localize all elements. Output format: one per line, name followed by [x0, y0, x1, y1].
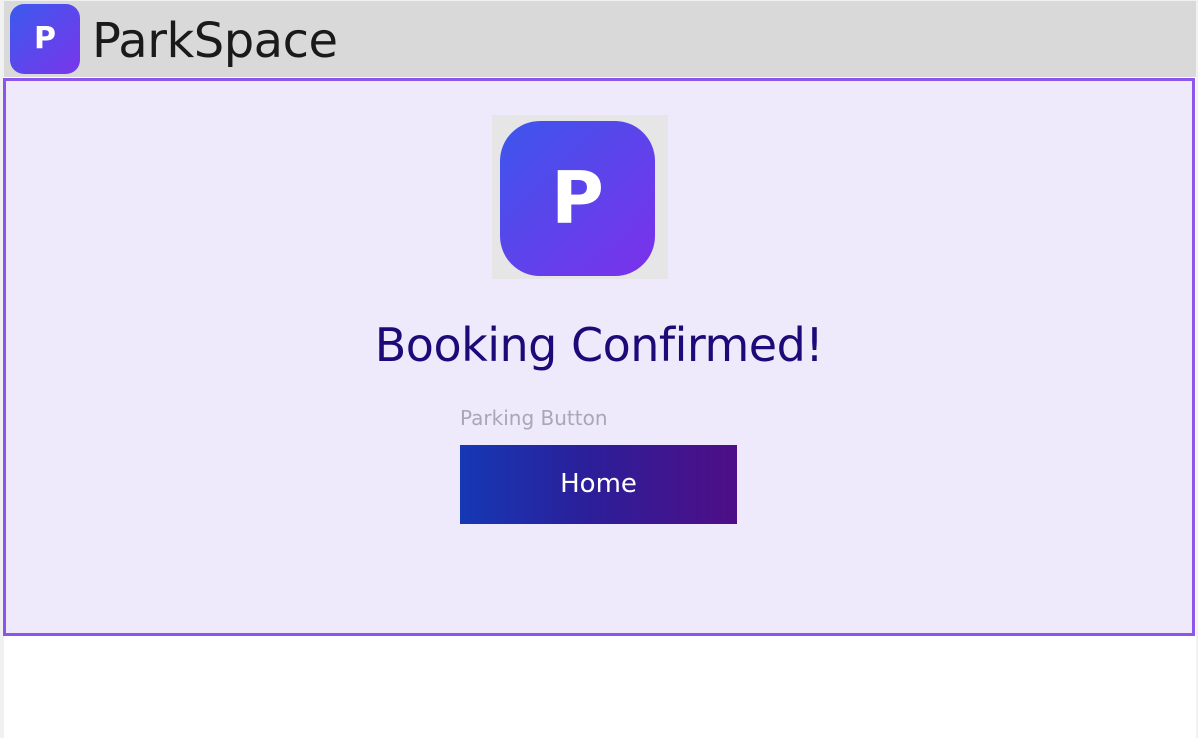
button-caption: Parking Button — [460, 406, 608, 430]
page: P ParkSpace P Booking Confirmed! Parking… — [0, 0, 1198, 738]
logo-frame: P — [492, 115, 668, 279]
home-button[interactable]: Home — [460, 445, 737, 524]
parking-logo-icon: P — [500, 121, 655, 276]
app-title: ParkSpace — [92, 13, 338, 69]
parking-logo-icon[interactable]: P — [10, 4, 80, 74]
page-title: Booking Confirmed! — [374, 318, 824, 372]
app-header: P ParkSpace — [4, 1, 1196, 77]
confirmation-panel: P Booking Confirmed! Parking Button Home — [3, 78, 1195, 636]
